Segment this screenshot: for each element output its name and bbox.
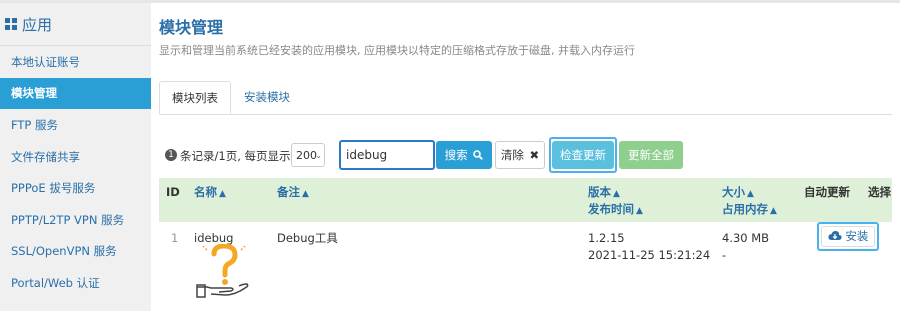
clear-button-label: 清除: [500, 148, 524, 162]
row-note: Debug工具: [277, 231, 338, 245]
install-button-label: 安装: [845, 229, 869, 243]
check-update-button[interactable]: 检查更新: [552, 141, 614, 169]
install-button[interactable]: 安装: [821, 226, 875, 247]
search-icon: [473, 150, 484, 160]
sidebar-item-pptp-l2tp[interactable]: PPTP/L2TP VPN 服务: [0, 204, 151, 236]
chevron-down-icon: ⌄: [315, 151, 322, 160]
sidebar-item-label: PPPoE 拔号服务: [11, 181, 96, 196]
sort-icon: ▲︎: [770, 206, 777, 216]
toolbar: 1 条记录/1页, 每页显示 200 ⌄ idebug 搜索 清除 ✖ 检查更新…: [159, 137, 892, 173]
sort-icon: ▲︎: [747, 189, 754, 199]
sidebar: 应用 本地认证账号 模块管理 FTP 服务 文件存储共享 PPPoE 拔号服务 …: [0, 3, 151, 311]
column-header-name[interactable]: 名称 ▲︎: [194, 184, 226, 203]
sidebar-item-label: FTP 服务: [11, 117, 59, 132]
sidebar-item-local-auth[interactable]: 本地认证账号: [0, 46, 151, 78]
sidebar-item-label: SSL/OpenVPN 服务: [11, 244, 117, 259]
module-help-icon: [196, 244, 249, 298]
column-header-id: ID: [166, 185, 180, 199]
sidebar-item-label: PPTP/L2TP VPN 服务: [11, 212, 125, 227]
cloud-download-icon: [828, 230, 842, 240]
sort-icon: ▲︎: [302, 189, 309, 199]
sidebar-item-label: 文件存储共享: [11, 149, 80, 164]
page-size-value: 200: [296, 149, 317, 162]
page-description: 显示和管理当前系统已经安装的应用模块, 应用模块以特定的压缩格式存放于磁盘, 并…: [159, 44, 635, 57]
sidebar-item-portal-web[interactable]: Portal/Web 认证: [0, 267, 151, 299]
pager-text: 条记录/1页, 每页显示: [180, 149, 291, 163]
close-icon: ✖: [529, 148, 540, 162]
sidebar-header[interactable]: 应用: [0, 3, 151, 46]
page-size-select[interactable]: 200 ⌄: [291, 143, 325, 167]
sort-icon: ▲︎: [636, 206, 643, 216]
column-header-label: 版本: [588, 185, 611, 199]
tab-module-list[interactable]: 模块列表: [159, 81, 231, 114]
grid-icon: [5, 18, 17, 30]
search-button-label: 搜索: [444, 148, 468, 162]
column-header-auto-update: 自动更新: [804, 185, 850, 199]
row-id: 1: [171, 231, 179, 245]
sidebar-item-label: Portal/Web 认证: [11, 275, 100, 290]
table-header: ID 名称 ▲︎ 备注 ▲︎ 版本 ▲︎ 发布时间 ▲︎ 大小 ▲︎ 占用内存 ▲︎ 自动更…: [159, 178, 892, 222]
tab-install-module[interactable]: 安装模块: [232, 81, 302, 113]
sort-icon: ▲︎: [613, 189, 620, 199]
column-header-label: 名称: [194, 185, 217, 199]
column-header-memory[interactable]: 占用内存 ▲︎: [722, 201, 777, 220]
page-title: 模块管理: [159, 18, 224, 37]
row-version: 1.2.15: [588, 231, 625, 245]
column-header-note[interactable]: 备注 ▲︎: [277, 184, 309, 203]
column-header-select: 选择: [868, 185, 891, 199]
row-publish-time: 2021-11-25 15:21:24: [588, 248, 711, 262]
tab-bar: 模块列表 安装模块: [159, 81, 892, 115]
row-memory: -: [722, 248, 727, 262]
sidebar-item-label: 本地认证账号: [11, 54, 80, 69]
row-size: 4.30 MB: [722, 231, 770, 245]
record-count-badge: 1: [165, 149, 177, 161]
search-input[interactable]: idebug: [339, 140, 435, 170]
sidebar-item-file-share[interactable]: 文件存储共享: [0, 141, 151, 173]
search-button[interactable]: 搜索: [436, 141, 492, 169]
clear-button[interactable]: 清除 ✖: [495, 141, 545, 169]
sidebar-item-ssl-openvpn[interactable]: SSL/OpenVPN 服务: [0, 236, 151, 268]
sidebar-item-module-management[interactable]: 模块管理: [0, 77, 151, 110]
column-header-label: 发布时间: [588, 202, 634, 216]
sidebar-header-label: 应用: [22, 15, 53, 34]
column-header-label: 大小: [722, 185, 745, 199]
sidebar-item-label: 模块管理: [11, 86, 57, 101]
column-header-label: 备注: [277, 185, 300, 199]
column-header-label: 占用内存: [722, 202, 768, 216]
column-header-publish-time[interactable]: 发布时间 ▲︎: [588, 201, 643, 220]
table-row: 1 idebug Debug工具 1.2.15 2021-11-25 15:21…: [159, 222, 892, 311]
main-content: 模块管理 显示和管理当前系统已经安装的应用模块, 应用模块以特定的压缩格式存放于…: [159, 3, 892, 311]
update-all-button[interactable]: 更新全部: [619, 141, 683, 169]
sidebar-item-pppoe[interactable]: PPPoE 拔号服务: [0, 172, 151, 204]
sidebar-item-ftp[interactable]: FTP 服务: [0, 109, 151, 141]
sort-icon: ▲︎: [219, 189, 226, 199]
